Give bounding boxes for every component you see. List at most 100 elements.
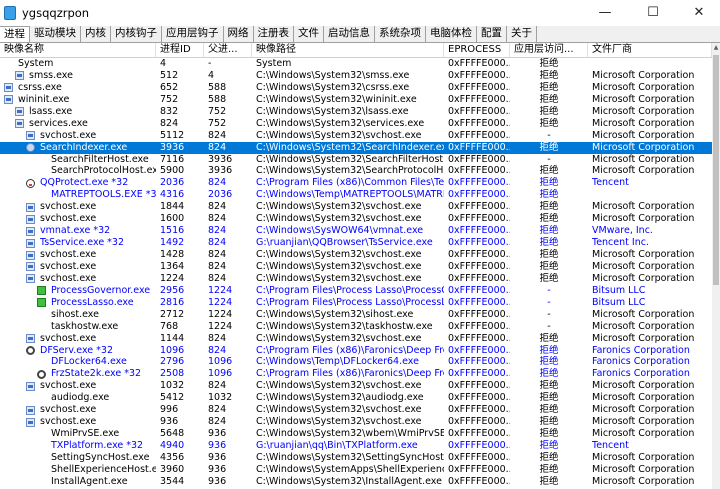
- process-row[interactable]: TsService.exe *32 1492 824 G:\ruanjian\QQBr…: [0, 237, 712, 249]
- close-button[interactable]: ✕: [676, 0, 720, 26]
- process-row[interactable]: svchost.exe 1600 824 C:\Windows\System32\sv…: [0, 213, 712, 225]
- process-row[interactable]: FrzState2k.exe *32 2508 1096 C:\Program Fil…: [0, 368, 712, 380]
- process-row[interactable]: System 4 - System 0xFFFFE000... 拒绝: [0, 58, 712, 70]
- process-eprocess: 0xFFFFE000...: [448, 416, 510, 428]
- process-row[interactable]: MATREPTOOLS.EXE *32 4316 2036 C:\Windows\Te…: [0, 189, 712, 201]
- process-row[interactable]: svchost.exe 936 824 C:\Windows\System32\svc…: [0, 416, 712, 428]
- process-eprocess: 0xFFFFE000...: [448, 380, 510, 392]
- process-row[interactable]: svchost.exe 1224 824 C:\Windows\System32\sv…: [0, 273, 712, 285]
- process-ppid: 824: [208, 260, 227, 272]
- process-row[interactable]: svchost.exe 1364 824 C:\Windows\System32\sv…: [0, 261, 712, 273]
- process-vendor: Faronics Corporation: [592, 356, 690, 368]
- process-pid: 996: [160, 404, 179, 416]
- process-eprocess: 0xFFFFE000...: [448, 296, 510, 308]
- process-path: G:\ruanjian\qq\Bin\TXPlatform.exe: [256, 440, 418, 451]
- process-row[interactable]: sihost.exe 2712 1224 C:\Windows\System32\si…: [0, 309, 712, 321]
- tab-1[interactable]: 驱动模块: [30, 26, 81, 42]
- process-vendor: Microsoft Corporation: [592, 272, 695, 284]
- column-header-vendor[interactable]: 文件厂商: [588, 43, 712, 57]
- process-row[interactable]: smss.exe 512 4 C:\Windows\System32\smss.exe…: [0, 70, 712, 82]
- maximize-button[interactable]: ☐: [630, 0, 676, 26]
- process-row[interactable]: ShellExperienceHost.exe 3960 936 C:\Windows…: [0, 464, 712, 476]
- process-vendor: Microsoft Corporation: [592, 165, 695, 177]
- process-ppid: 824: [208, 416, 227, 428]
- process-path: G:\ruanjian\QQBrowser\TsService.exe: [256, 237, 433, 249]
- bar-chart-icon: [37, 286, 46, 296]
- process-row[interactable]: svchost.exe 1032 824 C:\Windows\System32\sv…: [0, 380, 712, 392]
- process-row[interactable]: svchost.exe 1844 824 C:\Windows\System32\sv…: [0, 201, 712, 213]
- process-row[interactable]: TXPlatform.exe *32 4940 936 G:\ruanjian\qq\…: [0, 440, 712, 452]
- process-pid: 2508: [160, 368, 185, 380]
- process-name: svchost.exe: [40, 249, 97, 260]
- process-access: 拒绝: [539, 260, 559, 272]
- process-row[interactable]: taskhostw.exe 768 1224 C:\Windows\System32\…: [0, 321, 712, 333]
- process-name: sihost.exe: [51, 308, 99, 320]
- process-ppid: 4: [208, 69, 215, 81]
- process-vendor: Microsoft Corporation: [592, 416, 695, 428]
- tab-3[interactable]: 内核钩子: [111, 26, 162, 42]
- process-access: 拒绝: [539, 356, 559, 368]
- tab-6[interactable]: 注册表: [253, 26, 294, 42]
- process-row[interactable]: lsass.exe 832 752 C:\Windows\System32\lsass…: [0, 106, 712, 118]
- tab-8[interactable]: 启动信息: [324, 26, 375, 42]
- process-row[interactable]: services.exe 824 752 C:\Windows\System32\se…: [0, 118, 712, 130]
- tab-5[interactable]: 网络: [223, 26, 254, 42]
- process-row[interactable]: svchost.exe 1144 824 C:\Windows\System32\sv…: [0, 333, 712, 345]
- column-header-ppid[interactable]: 父进...: [204, 43, 252, 57]
- process-row[interactable]: InstallAgent.exe 3544 936 C:\Windows\System…: [0, 476, 712, 488]
- process-pid: 5112: [160, 129, 185, 141]
- process-row[interactable]: WmiPrvSE.exe 5648 936 C:\Windows\System32\w…: [0, 428, 712, 440]
- process-path: C:\Windows\System32\audiodg.exe: [256, 392, 424, 404]
- column-header-eprocess[interactable]: EPROCESS: [444, 43, 510, 57]
- process-ppid: 824: [208, 237, 227, 249]
- process-row[interactable]: SearchProtocolHost.exe 5900 3936 C:\Windows…: [0, 165, 712, 177]
- process-eprocess: 0xFFFFE000...: [448, 260, 510, 272]
- process-name: DFLocker64.exe: [51, 356, 127, 368]
- process-row[interactable]: QQProtect.exe *32 2036 824 C:\Program Files…: [0, 177, 712, 189]
- column-header-path[interactable]: 映像路径: [252, 43, 444, 57]
- tab-2[interactable]: 内核: [81, 26, 111, 42]
- scroll-up-arrow-icon[interactable]: ▲: [712, 43, 720, 53]
- process-row[interactable]: wininit.exe 752 588 C:\Windows\System32\win…: [0, 94, 712, 106]
- process-pid: 5412: [160, 392, 185, 404]
- tab-0[interactable]: 进程: [0, 26, 30, 42]
- process-access: 拒绝: [539, 117, 559, 129]
- process-row[interactable]: audiodg.exe 5412 1032 C:\Windows\System32\a…: [0, 392, 712, 404]
- process-row[interactable]: csrss.exe 652 588 C:\Windows\System32\csrss…: [0, 82, 712, 94]
- process-list[interactable]: System 4- System 0xFFFFE000... 拒绝 smss.exe 512…: [0, 58, 712, 489]
- tab-9[interactable]: 系统杂项: [375, 26, 426, 42]
- process-row[interactable]: SearchIndexer.exe 3936 824 C:\Windows\Syste…: [0, 141, 712, 154]
- process-name: TXPlatform.exe *32: [51, 440, 144, 451]
- process-row[interactable]: svchost.exe 5112 824 C:\Windows\System32\sv…: [0, 130, 712, 142]
- process-ppid: 1224: [208, 284, 233, 296]
- scroll-thumb[interactable]: [713, 55, 719, 285]
- minimize-button[interactable]: —: [582, 0, 628, 26]
- process-row[interactable]: svchost.exe 996 824 C:\Windows\System32\svc…: [0, 404, 712, 416]
- tab-4[interactable]: 应用层钩子: [162, 26, 224, 42]
- vertical-scrollbar[interactable]: ▲: [712, 43, 720, 489]
- process-row[interactable]: ProcessGovernor.exe 2956 1224 C:\Program Fi…: [0, 285, 712, 297]
- process-path: C:\Windows\System32\SearchProtocolHost.e…: [256, 165, 444, 177]
- process-row[interactable]: SettingSyncHost.exe 4356 936 C:\Windows\Sys…: [0, 452, 712, 464]
- process-vendor: Microsoft Corporation: [592, 105, 695, 117]
- column-header: 映像名称 进程ID 父进... 映像路径 EPROCESS 应用层访问... 文…: [0, 43, 712, 58]
- tab-10[interactable]: 电脑体检: [426, 26, 477, 42]
- process-access: 拒绝: [539, 93, 559, 105]
- process-row[interactable]: vmnat.exe *32 1516 824 C:\Windows\SysWOW64\…: [0, 225, 712, 237]
- process-row[interactable]: DFLocker64.exe 2796 1096 C:\Windows\Temp\DF…: [0, 356, 712, 368]
- tab-11[interactable]: 配置: [477, 26, 507, 42]
- process-row[interactable]: ProcessLasso.exe 2816 1224 C:\Program Files…: [0, 297, 712, 309]
- column-header-access[interactable]: 应用层访问...: [510, 43, 588, 57]
- column-header-pid[interactable]: 进程ID: [156, 43, 204, 57]
- process-name: svchost.exe: [40, 272, 97, 284]
- process-name: ShellExperienceHost.exe: [51, 463, 156, 475]
- process-row[interactable]: DFServ.exe *32 1096 824 C:\Program Files (x…: [0, 345, 712, 357]
- process-ppid: 936: [208, 428, 227, 440]
- column-header-name[interactable]: 映像名称: [0, 43, 156, 57]
- tab-7[interactable]: 文件: [294, 26, 324, 42]
- tab-12[interactable]: 关于: [507, 26, 537, 42]
- process-row[interactable]: SearchFilterHost.exe 7116 3936 C:\Windows\S…: [0, 154, 712, 166]
- process-access: 拒绝: [539, 81, 559, 93]
- process-row[interactable]: svchost.exe 1428 824 C:\Windows\System32\sv…: [0, 249, 712, 261]
- process-name: csrss.exe: [18, 81, 62, 93]
